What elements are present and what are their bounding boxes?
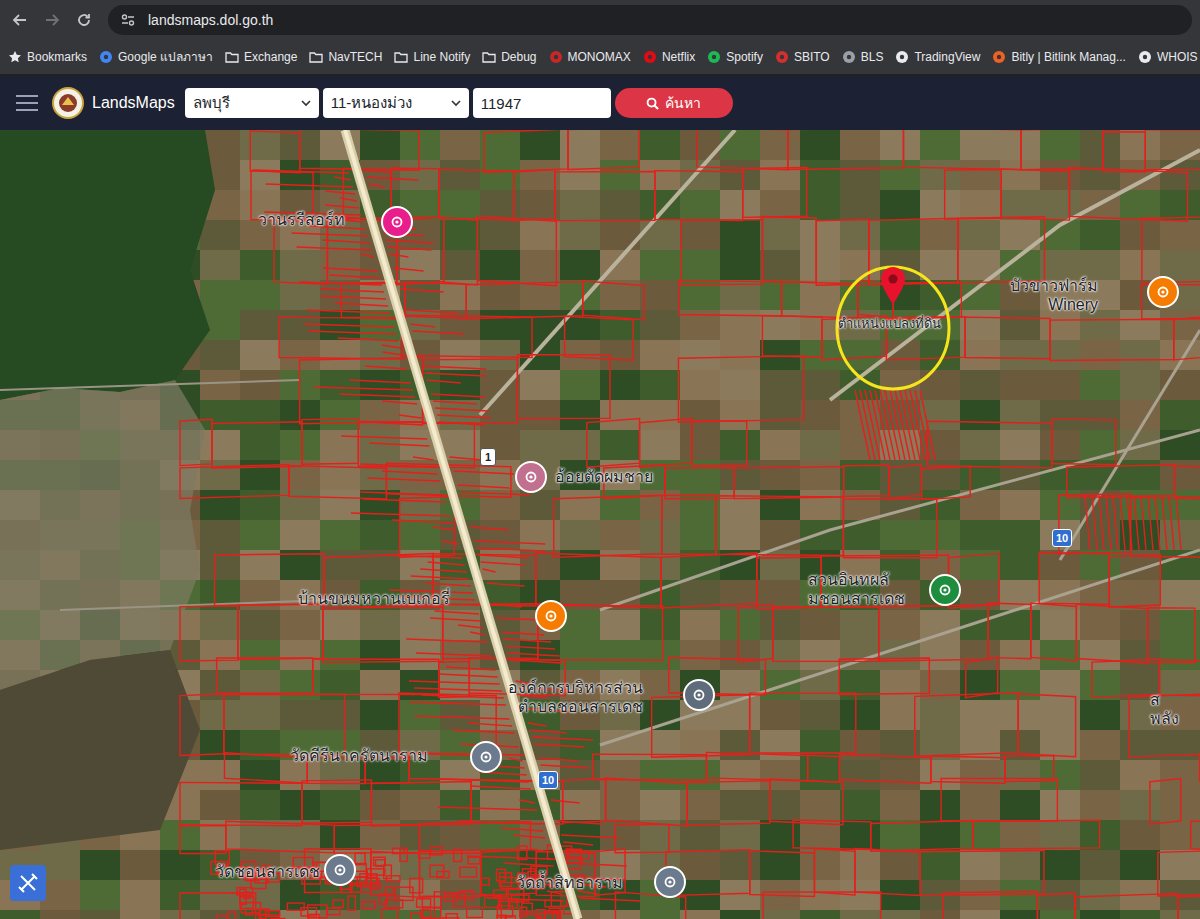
site-favicon-icon [707,50,721,64]
place-glyph-icon [544,609,558,623]
place-glyph-icon [938,583,952,597]
place-glyph-icon [524,470,538,484]
site-favicon-icon [895,50,909,64]
address-bar[interactable]: landsmaps.dol.go.th [108,5,1192,35]
chevron-down-icon [451,99,461,107]
place-pin-icon[interactable] [535,600,567,632]
bookmark-item[interactable]: Line Notify [394,48,470,66]
back-icon[interactable] [12,12,28,28]
road-shield: 10 [538,771,558,789]
road-shield: 10 [1052,529,1072,547]
forward-icon[interactable] [44,12,60,28]
site-favicon-icon [842,50,856,64]
tools-button[interactable] [10,865,46,901]
bookmark-item[interactable]: Bitly | Bitlink Manag... [992,48,1126,66]
search-button[interactable]: ค้นหา [615,88,733,118]
place-pin-icon[interactable] [683,679,715,711]
parcel-marker-icon[interactable] [879,265,907,305]
place-pin-icon[interactable] [381,206,413,238]
place-label[interactable]: วัดคีรีนาครัตนาราม [290,746,428,765]
place-label[interactable]: อ้อยตัดผมชาย [555,467,653,486]
site-favicon-icon [99,50,113,64]
folder-icon [482,50,496,64]
bookmark-item[interactable]: NavTECH [309,48,382,66]
place-glyph-icon [479,750,493,764]
place-label[interactable]: ตำแหน่งแปลงที่ดิน [838,316,941,332]
bookmark-item[interactable]: WHOIS [1138,48,1198,66]
site-favicon-icon [1138,50,1152,64]
place-label[interactable]: วัดถ้ำสิทธาราม [516,873,623,892]
place-label[interactable]: สพลัง [1150,690,1179,728]
parcel-number-input[interactable] [473,88,611,118]
app-header: LandsMaps ลพบุรี 11-หนองม่วง ค้นหา [0,76,1200,130]
site-favicon-icon [549,50,563,64]
place-glyph-icon [663,875,677,889]
place-pin-icon[interactable] [929,574,961,606]
star-icon [8,50,22,64]
bookmark-item[interactable]: Netflix [643,48,695,66]
bookmark-item[interactable]: Bookmarks [8,48,87,66]
place-label[interactable]: บัวขาวฟาร์มWinery [1010,276,1098,314]
folder-icon [225,50,239,64]
place-label[interactable]: องค์การบริหารส่วนตำบลชอนสารเดช [508,678,643,716]
province-select[interactable]: ลพบุรี [185,88,319,118]
place-label[interactable]: วานรรีสอร์ท [258,210,345,229]
landsmaps-logo-icon[interactable] [52,87,84,119]
url-text[interactable]: landsmaps.dol.go.th [148,10,273,31]
menu-icon[interactable] [16,94,38,112]
site-favicon-icon [643,50,657,64]
place-glyph-icon [1156,285,1170,299]
measure-tools-icon [17,872,39,894]
bookmark-item[interactable]: Exchange [225,48,297,66]
chevron-down-icon [301,99,311,107]
satellite-map[interactable] [0,130,1200,919]
folder-icon [309,50,323,64]
place-pin-icon[interactable] [324,854,356,886]
bookmark-item[interactable]: Google แปลภาษา [99,48,213,66]
district-select[interactable]: 11-หนองม่วง [323,88,469,118]
site-settings-icon[interactable] [120,12,136,28]
folder-icon [394,50,408,64]
place-glyph-icon [333,863,347,877]
place-label[interactable]: บ้านขนมหวานเบเกอรี่ [298,589,450,608]
site-favicon-icon [992,50,1006,64]
bookmark-item[interactable]: TradingView [895,48,980,66]
bookmark-item[interactable]: Spotify [707,48,763,66]
reload-icon[interactable] [76,12,92,28]
place-pin-icon[interactable] [470,741,502,773]
place-label[interactable]: วัดชอนสารเดช [215,862,320,881]
app-title[interactable]: LandsMaps [92,91,175,115]
place-glyph-icon [390,215,404,229]
search-icon [646,97,659,110]
map-view[interactable]: วานรรีสอร์ทตำแหน่งแปลงที่ดิน บัวขาวฟาร์มW… [0,130,1200,919]
place-glyph-icon [692,688,706,702]
place-pin-icon[interactable] [515,461,547,493]
bookmark-item[interactable]: Debug [482,48,536,66]
browser-toolbar: landsmaps.dol.go.th [0,0,1200,40]
bookmark-item[interactable]: MONOMAX [549,48,631,66]
road-shield: 1 [480,448,496,466]
bookmarks-bar: Bookmarks Google แปลภาษา Exchange NavTECH Li… [0,40,1200,74]
place-pin-icon[interactable] [1147,276,1179,308]
place-pin-icon[interactable] [654,866,686,898]
place-label[interactable]: สวนอินทผลัมชอนสารเดช [808,570,905,608]
bookmark-item[interactable]: BLS [842,48,884,66]
bookmark-item[interactable]: SBITO [775,48,830,66]
site-favicon-icon [775,50,789,64]
